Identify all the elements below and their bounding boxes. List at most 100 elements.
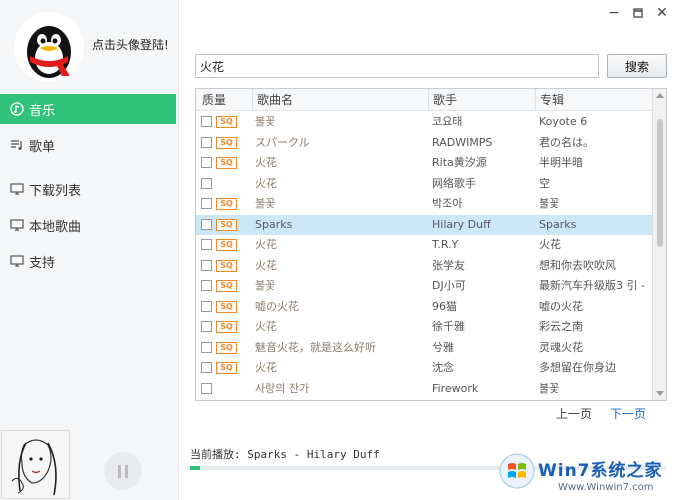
row-checkbox[interactable] <box>201 341 212 353</box>
artist-name[interactable]: T.R.Y <box>432 235 534 255</box>
close-button[interactable]: ✕ <box>655 5 669 21</box>
row-checkbox[interactable] <box>201 259 212 271</box>
song-title[interactable]: 火花 <box>255 153 425 173</box>
song-title[interactable]: 火花 <box>255 174 425 194</box>
prev-page-link[interactable]: 上一页 <box>556 405 592 422</box>
album-name[interactable]: 想和你去吹吹风 <box>539 256 651 276</box>
album-name[interactable]: Koyote 6 <box>539 112 651 132</box>
sq-quality-badge: SQ <box>216 116 237 128</box>
music-note-icon <box>9 101 25 117</box>
album-name[interactable]: 火花 <box>539 235 651 255</box>
song-title[interactable]: 火花 <box>255 358 425 378</box>
playlist-icon <box>9 137 25 153</box>
song-title[interactable]: 火花 <box>255 256 425 276</box>
artist-name[interactable]: Hilary Duff <box>432 215 534 235</box>
sidebar-item-playlist[interactable]: 歌单 <box>0 130 176 160</box>
minimize-button[interactable]: − <box>607 5 621 21</box>
row-checkbox[interactable] <box>201 116 212 127</box>
restore-button[interactable] <box>631 5 645 22</box>
column-quality[interactable]: 质量 <box>198 89 252 111</box>
album-name[interactable]: 最新汽车升级版3 引 - <box>539 276 651 296</box>
table-row[interactable]: SQ 불꽃 코요태 Koyote 6 <box>196 112 653 132</box>
search-button[interactable]: 搜索 <box>607 54 667 78</box>
song-title[interactable]: 火花 <box>255 235 425 255</box>
album-name[interactable]: 半明半暗 <box>539 153 651 173</box>
row-checkbox[interactable] <box>201 218 212 230</box>
table-row[interactable]: SQ 火花 徐千雅 彩云之南 <box>196 317 653 337</box>
song-title[interactable]: 불꽃 <box>255 276 425 296</box>
table-row[interactable]: SQ 불꽃 박조아 불꽃 <box>196 194 653 214</box>
artist-name[interactable]: Rita黄汐源 <box>432 153 534 173</box>
artist-name[interactable]: DJ小可 <box>432 276 534 296</box>
album-cover[interactable] <box>1 430 70 499</box>
album-name[interactable]: 彩云之南 <box>539 317 651 337</box>
row-checkbox[interactable] <box>201 382 212 394</box>
scrollbar[interactable] <box>652 89 666 400</box>
search-input[interactable] <box>195 54 599 78</box>
album-name[interactable]: 불꽃 <box>539 194 651 214</box>
artist-name[interactable]: 沈念 <box>432 358 534 378</box>
table-row[interactable]: SQ 火花 张学友 想和你去吹吹风 <box>196 256 653 276</box>
row-checkbox[interactable] <box>201 198 212 209</box>
row-checkbox[interactable] <box>201 157 212 168</box>
song-title[interactable]: 사랑의 잔가 <box>255 379 425 399</box>
song-title[interactable]: スパークル <box>255 133 425 153</box>
album-name[interactable]: 空 <box>539 174 651 194</box>
artist-name[interactable]: 코요태 <box>432 112 534 132</box>
scroll-down-icon[interactable] <box>656 391 664 396</box>
watermark-brand: Win7系统之家 <box>538 461 663 481</box>
table-row[interactable]: 사랑의 잔가 Firework 불꽃 <box>196 379 653 399</box>
artist-name[interactable]: 徐千雅 <box>432 317 534 337</box>
album-name[interactable]: 嘘の火花 <box>539 297 651 317</box>
song-title[interactable]: 불꽃 <box>255 112 425 132</box>
login-prompt[interactable]: 点击头像登陆! <box>92 36 169 53</box>
album-name[interactable]: 灵魂火花 <box>539 338 651 358</box>
sidebar-item-label: 支持 <box>29 255 56 271</box>
column-album[interactable]: 专辑 <box>535 89 653 111</box>
scroll-thumb[interactable] <box>657 119 663 247</box>
song-title[interactable]: 火花 <box>255 317 425 337</box>
row-checkbox[interactable] <box>201 362 212 373</box>
table-row[interactable]: SQ 火花 Rita黄汐源 半明半暗 <box>196 153 653 173</box>
row-checkbox[interactable] <box>201 321 212 332</box>
song-title[interactable]: 불꽃 <box>255 194 425 214</box>
row-checkbox[interactable] <box>201 136 212 148</box>
sidebar-item-music[interactable]: 音乐 <box>0 94 176 124</box>
sidebar-item-support[interactable]: 支持 <box>0 246 176 276</box>
table-row[interactable]: SQ 火花 沈念 多想留在你身边 <box>196 358 653 378</box>
table-row[interactable]: SQ 魅音火花，就是这么好听 兮雅 灵魂火花 <box>196 338 653 358</box>
avatar[interactable] <box>14 12 84 82</box>
next-page-link[interactable]: 下一页 <box>610 405 646 422</box>
artist-name[interactable]: 网络歌手 <box>432 174 534 194</box>
table-row[interactable]: SQ 嘘の火花 96猫 嘘の火花 <box>196 297 653 317</box>
artist-name[interactable]: 兮雅 <box>432 338 534 358</box>
artist-name[interactable]: Firework <box>432 379 534 399</box>
album-name[interactable]: 君の名は。 <box>539 133 651 153</box>
song-title[interactable]: Sparks <box>255 215 425 235</box>
artist-name[interactable]: 박조아 <box>432 194 534 214</box>
song-title[interactable]: 嘘の火花 <box>255 297 425 317</box>
sidebar-item-local-songs[interactable]: 本地歌曲 <box>0 210 176 240</box>
row-checkbox[interactable] <box>201 177 212 189</box>
album-name[interactable]: Sparks <box>539 215 651 235</box>
scroll-up-icon[interactable] <box>656 93 664 98</box>
table-row[interactable]: 火花 网络歌手空 <box>196 174 653 194</box>
row-checkbox[interactable] <box>201 300 212 312</box>
table-row[interactable]: SQ Sparks Hilary Duff Sparks <box>196 214 653 235</box>
table-row[interactable]: SQ 火花 T.R.Y 火花 <box>196 235 653 255</box>
table-row[interactable]: SQ 불꽃 DJ小可 最新汽车升级版3 引 - <box>196 276 653 296</box>
column-artist[interactable]: 歌手 <box>428 89 535 111</box>
pause-icon <box>118 464 121 478</box>
song-title[interactable]: 魅音火花，就是这么好听 <box>255 338 425 358</box>
artist-name[interactable]: 张学友 <box>432 256 534 276</box>
pause-button[interactable] <box>104 452 142 490</box>
row-checkbox[interactable] <box>201 239 212 250</box>
sidebar-item-downloads[interactable]: 下载列表 <box>0 174 176 204</box>
row-checkbox[interactable] <box>201 280 212 291</box>
column-song[interactable]: 歌曲名 <box>252 89 428 111</box>
album-name[interactable]: 불꽃 <box>539 379 651 399</box>
album-name[interactable]: 多想留在你身边 <box>539 358 651 378</box>
artist-name[interactable]: RADWIMPS <box>432 133 534 153</box>
table-row[interactable]: SQ スパークル RADWIMPS 君の名は。 <box>196 133 653 153</box>
artist-name[interactable]: 96猫 <box>432 297 534 317</box>
